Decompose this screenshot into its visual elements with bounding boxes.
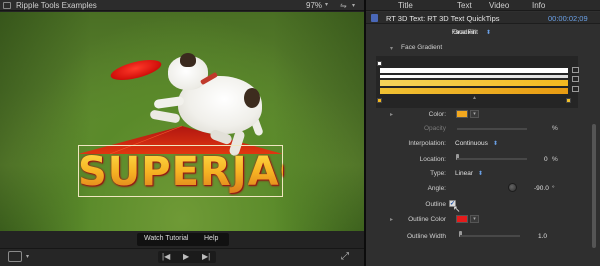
watch-tutorial-button[interactable]: Watch Tutorial: [144, 235, 188, 242]
type-popup[interactable]: Linear: [455, 170, 473, 177]
zoom-level[interactable]: 97%: [306, 1, 322, 10]
previous-edit-button[interactable]: |◀: [162, 252, 170, 262]
face-fill-popup[interactable]: Gradient: [453, 29, 478, 36]
outline-width-slider[interactable]: [460, 235, 520, 237]
face-gradient-disclosure-icon[interactable]: ▾: [390, 45, 393, 52]
face-gradient-label: Face Gradient: [401, 44, 443, 51]
interpolation-label: Interpolation:: [408, 140, 446, 147]
color-stop[interactable]: [566, 98, 571, 103]
dog-spot: [244, 88, 260, 108]
switch-icon[interactable]: ⇋: [340, 1, 347, 10]
viewer-title: Ripple Tools Examples: [16, 1, 97, 10]
location-value[interactable]: 0: [544, 156, 548, 163]
outline-color-label: Outline Color: [408, 216, 446, 223]
tab-info[interactable]: Info: [532, 1, 545, 10]
next-edit-button[interactable]: ▶|: [202, 252, 210, 262]
outline-color-swatch[interactable]: [456, 215, 468, 223]
location-unit: %: [552, 156, 558, 163]
video-canvas[interactable]: [0, 12, 364, 231]
color-gradient-bar[interactable]: [380, 88, 568, 94]
tab-video[interactable]: Video: [489, 1, 509, 10]
mouse-cursor-icon: ↖: [453, 204, 461, 214]
type-label: Type:: [430, 170, 446, 177]
inspector-title: RT 3D Text: RT 3D Text QuickTips: [386, 14, 500, 23]
interpolation-stepper-icon[interactable]: ⬍: [493, 140, 498, 147]
viewer-panel: Ripple Tools Examples 97% ▾ ⇋ ▾ SUPERJAC…: [0, 0, 364, 266]
opacity-stop[interactable]: [377, 61, 382, 66]
view-options-icon[interactable]: [8, 251, 22, 262]
location-label: Location:: [419, 156, 446, 163]
opacity-label: Opacity: [423, 125, 446, 132]
viewer-menu-icon[interactable]: [3, 2, 11, 9]
title-overlay-text[interactable]: SUPERJACK: [78, 147, 341, 197]
color-stop[interactable]: [377, 98, 382, 103]
color-disclosure-icon[interactable]: ▸: [390, 111, 393, 118]
chevron-down-icon[interactable]: ▾: [470, 110, 479, 118]
angle-dial[interactable]: [508, 183, 517, 192]
grid-icon[interactable]: [572, 76, 579, 82]
inspector-scrollbar[interactable]: [592, 124, 596, 248]
chevron-down-icon[interactable]: ▾: [26, 253, 29, 260]
outline-width-value[interactable]: 1.0: [538, 233, 547, 240]
zoom-dropdown-icon[interactable]: ▾: [325, 1, 328, 8]
tab-title[interactable]: Title: [398, 1, 413, 10]
opacity-gradient-bar[interactable]: [380, 68, 568, 73]
chevron-down-icon[interactable]: ▾: [470, 215, 479, 223]
opacity-slider[interactable]: [457, 128, 527, 130]
outline-width-label: Outline Width: [406, 233, 446, 240]
inspector-tabs: Title Text Video Info: [366, 0, 600, 11]
help-button[interactable]: Help: [204, 235, 218, 242]
timecode: 00:00:02;09: [548, 14, 588, 23]
fullscreen-icon[interactable]: ⤢: [341, 251, 349, 262]
color-swatch[interactable]: [456, 110, 468, 118]
grid-icon[interactable]: [572, 67, 579, 73]
grid-icon[interactable]: [572, 86, 579, 92]
location-slider[interactable]: [457, 158, 527, 160]
play-button[interactable]: ▶: [183, 252, 189, 262]
opacity-gradient-bar[interactable]: [380, 75, 568, 78]
title-rays: [78, 125, 283, 155]
generator-icon: [371, 14, 378, 22]
interpolation-popup[interactable]: Continuous: [455, 140, 488, 147]
dog-ear: [180, 53, 196, 67]
outline-label: Outline: [425, 201, 446, 208]
angle-unit: °: [552, 185, 555, 192]
chevron-down-icon[interactable]: ▾: [352, 2, 355, 9]
face-fill-stepper-icon[interactable]: ⬍: [486, 29, 491, 36]
inspector-panel: Title Text Video Info RT 3D Text: RT 3D …: [366, 0, 600, 266]
angle-value[interactable]: -90.0: [534, 185, 549, 192]
color-label: Color:: [428, 111, 446, 118]
tab-text[interactable]: Text: [457, 1, 472, 10]
opacity-unit: %: [552, 125, 558, 132]
angle-label: Angle:: [427, 185, 446, 192]
midpoint-marker-icon[interactable]: ▲: [472, 95, 477, 101]
color-gradient-bar[interactable]: [380, 80, 568, 86]
type-stepper-icon[interactable]: ⬍: [478, 170, 483, 177]
